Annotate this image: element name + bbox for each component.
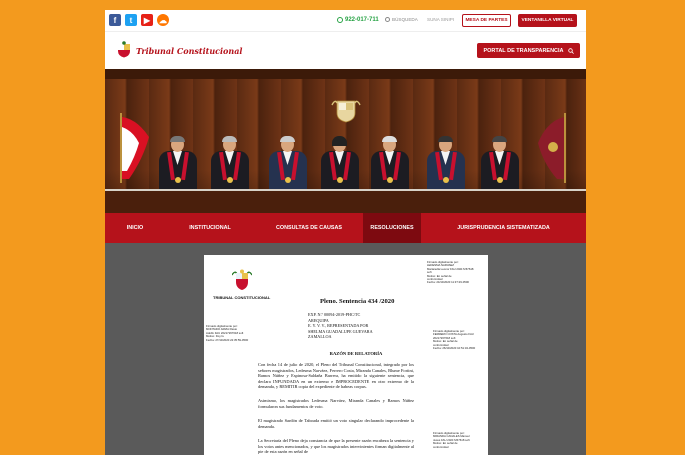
facebook-icon[interactable]: f [109,14,121,26]
search-icon [567,47,574,54]
soundcloud-icon[interactable]: ☁ [157,14,169,26]
signature-block-right-bottom: Firmado digitalmente por: MIRANDA CANALE… [433,431,487,449]
doc-expediente: EXP. N.º 00094-2019-PHC/TC AREQUIPA E. Y… [308,312,408,340]
coat-of-arms-icon[interactable] [116,41,132,58]
doc-paragraph: La Secretaría del Pleno deja constancia … [258,438,414,455]
pdf-page[interactable]: TRIBUNAL CONSTITUCIONAL Firmado digitalm… [204,255,488,455]
hero-banner [105,69,586,213]
wall-emblem-icon [331,100,361,123]
twitter-icon[interactable]: t [125,14,137,26]
doc-paragraph: Asimismo, los magistrados Ledesma Narváe… [258,398,414,409]
sig-line: Fecha: 26/10/2020 10:51:34-0500 [433,346,476,351]
nav-consultas-de-causas[interactable]: CONSULTAS DE CAUSAS [255,213,363,243]
magistrate-7 [479,136,521,195]
doc-title: Pleno. Sentencia 434 /2020 [320,298,395,305]
magistrate-5 [369,136,411,195]
social-links: f t ▶ ☁ [109,14,169,26]
whatsapp-icon [337,17,343,23]
exp-line: ZAMALLOA [308,334,332,340]
sig-line: Fecha: 24/10/2020 11:37:29-0500 [427,280,469,285]
phone-link[interactable]: 922-017-711 [337,17,379,23]
magistrate-4 [319,136,361,195]
nav-institucional[interactable]: INSTITUCIONAL [165,213,255,243]
peru-flag-left [120,113,149,183]
hero-bench [105,191,586,213]
portal-transparencia-button[interactable]: PORTAL DE TRANSPARENCIA [477,43,580,58]
hero-ceiling [105,69,586,79]
signature-block-right-mid: Firmado digitalmente por: FERRERO COSTA … [433,329,487,351]
search-icon [385,17,390,22]
sinoe-link[interactable]: SUNA SINIPI [427,17,454,22]
search-label: BÚSQUEDA [392,17,418,22]
signature-block-top-right: Firmado digitalmente por: LEDESMA NARVAE… [427,260,485,285]
document-viewer[interactable]: TRIBUNAL CONSTITUCIONAL Firmado digitalm… [105,243,586,455]
coat-of-arms-icon [232,269,252,290]
magistrate-1 [157,136,199,195]
sig-line: Fecha: 27/10/2020 22:35:59-0500 [206,337,249,342]
ventanilla-virtual-button[interactable]: VENTANILLA VIRTUAL [518,14,577,27]
magistrate-2 [209,136,251,195]
main-nav: INICIO INSTITUCIONAL CONSULTAS DE CAUSAS… [105,213,586,243]
doc-paragraph: El magistrado Sardón de Taboada emitió u… [258,418,414,429]
website-page: f t ▶ ☁ 922-017-711 BÚSQUEDA SUNA SINIPI… [105,10,586,455]
institutional-flag-right [538,113,566,183]
magistrate-3 [267,136,309,195]
nav-resoluciones[interactable]: RESOLUCIONES [363,213,421,243]
doc-section-title: RAZÓN DE RELATORÍA [329,351,383,356]
site-logo-text[interactable]: Tribunal Constitucional [136,46,242,56]
search-link[interactable]: BÚSQUEDA [385,17,418,22]
signature-block-left: Firmado digitalmente por: MONTADO ARIZA … [206,324,256,342]
top-bar: f t ▶ ☁ 922-017-711 BÚSQUEDA SUNA SINIPI… [105,10,586,32]
phone-number: 922-017-711 [345,17,379,23]
sig-line: conformidad [433,444,449,449]
site-header: Tribunal Constitucional PORTAL DE TRANSP… [105,33,586,69]
magistrate-6 [425,136,467,195]
nav-jurisprudencia-sistematizada[interactable]: JURISPRUDENCIA SISTEMATIZADA [421,213,586,243]
doc-paragraph: Con fecha 14 de julio de 2020, el Pleno … [258,362,414,390]
mesa-de-partes-button[interactable]: MESA DE PARTES [462,14,511,27]
doc-org-name: TRIBUNAL CONSTITUCIONAL [213,295,271,300]
youtube-icon[interactable]: ▶ [141,14,153,26]
portal-label: PORTAL DE TRANSPARENCIA [483,47,564,54]
nav-inicio[interactable]: INICIO [105,213,165,243]
